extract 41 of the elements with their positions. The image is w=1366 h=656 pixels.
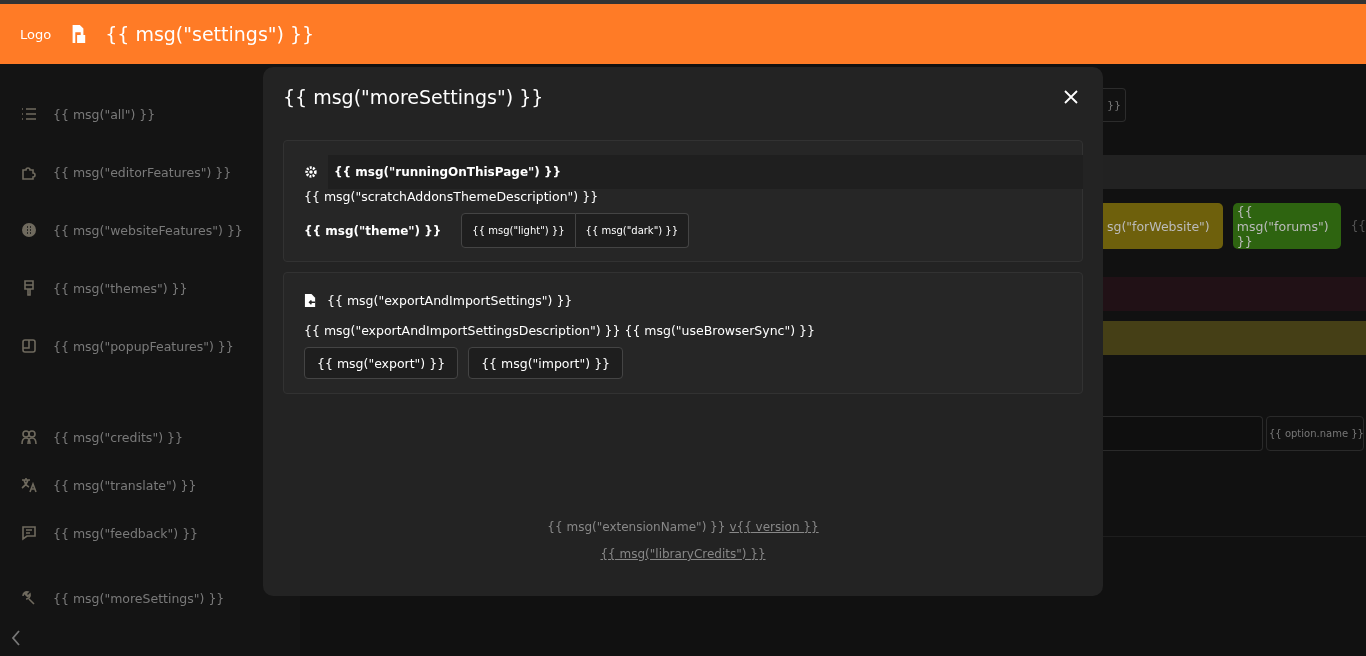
category-tag[interactable]: sg("forWebsite")	[1103, 203, 1223, 249]
chevron-left-icon[interactable]	[11, 630, 21, 646]
globe-icon	[21, 222, 37, 238]
section-description: {{ msg("exportAndImportSettingsDescription") }} {{ msg("useBrowserSync") }}	[304, 323, 816, 338]
sidebar-item[interactable]: {{ msg("credits") }}	[0, 427, 300, 447]
puzzle-icon	[21, 164, 37, 180]
close-icon[interactable]	[1064, 90, 1078, 104]
credits-link[interactable]: {{ msg("libraryCredits") }}	[600, 547, 766, 561]
tag-label: {{	[1350, 219, 1366, 233]
theme-option[interactable]: {{ msg("dark") }}	[575, 213, 690, 248]
sidebar-item[interactable]: {{ msg("feedback") }}	[0, 523, 300, 543]
sidebar-item[interactable]: {{ msg("moreSettings") }}	[0, 588, 300, 608]
category-tag[interactable]: {{ msg("forums") }}	[1232, 203, 1341, 249]
action-button[interactable]: {{ msg("import") }}	[468, 347, 624, 379]
sidebar-item[interactable]: {{ msg("editorFeatures") }}	[0, 162, 300, 182]
version-link[interactable]: v{{ version }}	[729, 520, 819, 534]
setting-label: {{ msg("theme") }}	[304, 223, 442, 238]
section-title: {{ msg("exportAndImportSettings") }}	[327, 292, 573, 308]
translate-icon	[21, 477, 37, 493]
action-button[interactable]: {{ msg("export") }}	[304, 347, 459, 379]
input-field[interactable]	[1103, 416, 1263, 451]
gear-icon	[304, 165, 318, 179]
page-title: {{ msg("settings") }}	[105, 23, 315, 45]
option-button[interactable]: }}	[1103, 88, 1126, 122]
section-title: {{ msg("runningOnThisPage") }}	[328, 155, 1083, 189]
sidebar-item[interactable]: {{ msg("translate") }}	[0, 475, 300, 495]
dialog-title: {{ msg("moreSettings") }}	[283, 86, 544, 108]
chat-icon	[21, 525, 37, 541]
people-icon	[21, 429, 37, 445]
sidebar-item[interactable]: {{ msg("themes") }}	[0, 278, 300, 298]
sidebar-item[interactable]: {{ msg("popupFeatures") }}	[0, 336, 300, 356]
file-icon	[304, 292, 317, 308]
wrench-icon	[21, 590, 37, 606]
sidebar-item[interactable]: {{ msg("websiteFeatures") }}	[0, 220, 300, 240]
logo-text: Logo	[20, 26, 52, 42]
section-description: {{ msg("scratchAddonsThemeDescription") }}	[304, 189, 600, 204]
theme-option[interactable]: {{ msg("light") }}	[461, 213, 576, 248]
extension-name: {{ msg("extensionName") }}	[547, 520, 726, 534]
list-icon	[21, 106, 37, 122]
popup-icon	[21, 338, 37, 354]
option-button[interactable]: {{ option.name }}	[1266, 416, 1364, 451]
